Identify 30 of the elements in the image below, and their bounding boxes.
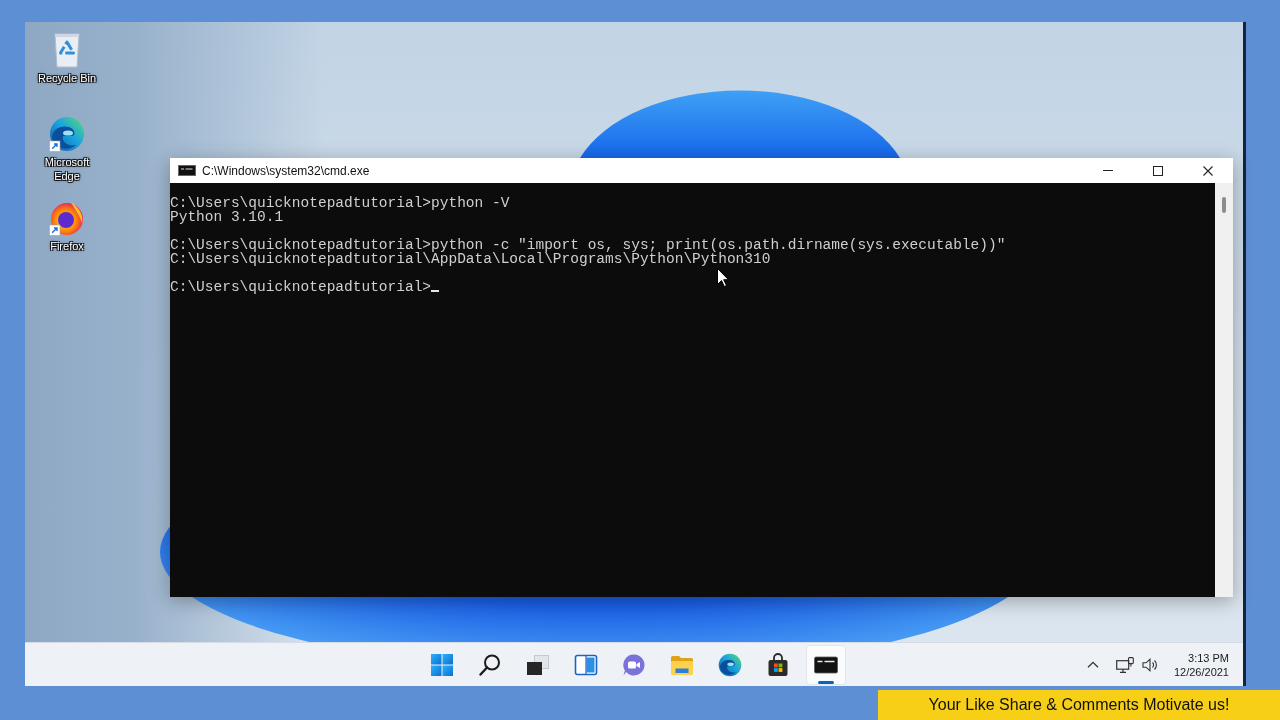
console-line: C:\Users\quicknotepadtutorial> [170,280,432,294]
speaker-icon[interactable] [1141,657,1158,672]
four-squares-icon [430,652,454,677]
overlapping-squares-icon [526,652,550,677]
console-line: C:\Users\quicknotepadtutorial>python -V [170,196,510,210]
monitor-icon[interactable] [1115,656,1134,673]
desktop-shortcut[interactable]: Microsoft Edge [34,116,100,183]
terminal-icon [178,165,196,176]
taskbar-button[interactable] [806,644,846,685]
desktop-shortcut[interactable]: Recycle Bin [37,32,97,85]
search-icon [478,652,502,677]
desktop-shortcut[interactable]: Firefox [49,200,85,253]
mouse-pointer-icon [717,268,729,287]
window-title: C:\Windows\system32\cmd.exe [202,163,370,178]
clock-time[interactable]: 3:13 PM [1188,650,1229,665]
chevron-up-icon[interactable] [1086,661,1099,668]
maximize-icon [1153,165,1163,176]
console-line: C:\Users\quicknotepadtutorial\AppData\Local\Programs\Python\Python310 [170,252,771,266]
minimize-icon [1103,170,1113,171]
active-indicator [818,680,834,684]
console-line: C:\Users\quicknotepadtutorial>python -c "import os, sys; print(os.path.dirname(sys.executable))" [170,238,1006,252]
close-icon [1203,165,1213,176]
camera-bubble-icon [622,652,646,677]
console-line: Python 3.10.1 [170,210,284,224]
call-to-action-banner: Your Like Share & Comments Motivate us! [878,690,1280,720]
split-panel-icon [574,652,598,677]
swirl-icon [718,652,742,677]
clock-date[interactable]: 12/26/2021 [1173,664,1229,679]
scrollbar-thumb[interactable] [1222,197,1226,213]
shopping-bag-icon [766,652,790,677]
